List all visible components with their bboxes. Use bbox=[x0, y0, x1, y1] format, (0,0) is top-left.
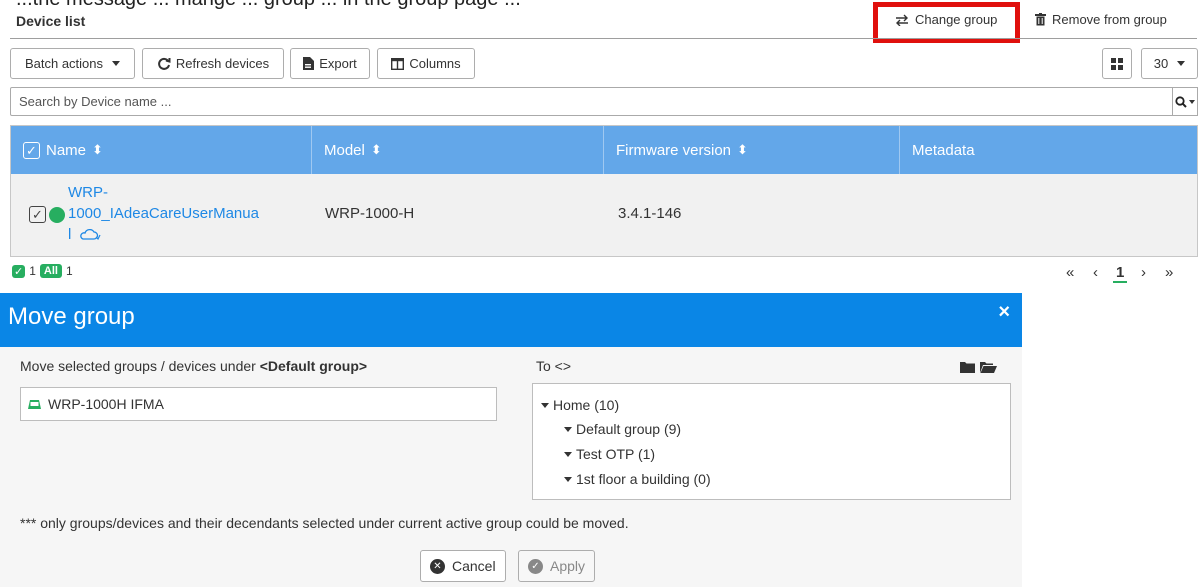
device-model: WRP-1000-H bbox=[325, 205, 415, 222]
dialog-title: Move group bbox=[8, 303, 135, 330]
tree-item-label: Home (10) bbox=[553, 397, 620, 413]
move-group-dialog-body: Move selected groups / devices under <De… bbox=[0, 347, 1022, 587]
selected-check-icon: ✓ bbox=[12, 264, 26, 278]
sort-icon: ⬍ bbox=[92, 142, 103, 157]
row-checkbox[interactable]: ✓ bbox=[29, 206, 46, 223]
refresh-devices-button[interactable]: Refresh devices bbox=[142, 48, 284, 79]
sort-icon: ⬍ bbox=[737, 142, 748, 157]
tree-item-label: 1st floor a building (0) bbox=[576, 471, 711, 487]
tree-item-label: Test OTP (1) bbox=[576, 446, 656, 462]
export-file-icon bbox=[303, 57, 315, 70]
folder-closed-icon bbox=[960, 362, 975, 373]
columns-button[interactable]: Columns bbox=[377, 48, 475, 79]
export-label: Export bbox=[319, 56, 357, 71]
title-divider bbox=[10, 38, 1197, 39]
cancel-circle-icon: ✕ bbox=[430, 558, 445, 574]
device-name-line: WRP- bbox=[68, 184, 108, 201]
tree-item-default-group[interactable]: Default group (9) bbox=[564, 421, 681, 437]
header-metadata: Metadata bbox=[900, 126, 1197, 174]
selected-device-name: WRP-1000H IFMA bbox=[48, 396, 164, 412]
tree-item-home[interactable]: Home (10) bbox=[541, 397, 619, 413]
caret-down-icon[interactable] bbox=[541, 403, 549, 408]
trash-icon bbox=[1035, 13, 1046, 26]
search-icon bbox=[1174, 95, 1187, 108]
cancel-button[interactable]: ✕ Cancel bbox=[420, 550, 506, 582]
selected-count: 1 bbox=[29, 264, 36, 278]
grid-view-button[interactable] bbox=[1102, 48, 1132, 79]
pager-last[interactable]: » bbox=[1165, 264, 1173, 281]
collapse-all-button[interactable] bbox=[960, 360, 975, 376]
remove-from-group-button[interactable]: Remove from group bbox=[1035, 12, 1167, 27]
refresh-icon bbox=[158, 57, 171, 70]
columns-icon bbox=[391, 57, 405, 70]
table-header: ✓ Name ⬍ Model ⬍ Firmware version ⬍ Meta… bbox=[11, 126, 1197, 174]
caret-down-icon bbox=[112, 61, 121, 66]
all-count: 1 bbox=[65, 264, 73, 278]
device-table: ✓ Name ⬍ Model ⬍ Firmware version ⬍ Meta… bbox=[10, 125, 1198, 257]
move-note: *** only groups/devices and their decend… bbox=[20, 515, 629, 531]
apply-button[interactable]: ✓ Apply bbox=[518, 550, 596, 582]
device-name-line: l bbox=[68, 226, 72, 243]
selected-item: WRP-1000H IFMA bbox=[27, 396, 164, 412]
device-list-title: Device list bbox=[16, 13, 86, 29]
move-under-label: Move selected groups / devices under <De… bbox=[20, 358, 367, 374]
caret-down-icon[interactable] bbox=[564, 427, 572, 432]
caret-down-icon bbox=[1177, 61, 1186, 66]
device-name-link[interactable]: WRP- 1000_IAdeaCareUserManua l bbox=[68, 182, 298, 245]
tree-item-1st-floor[interactable]: 1st floor a building (0) bbox=[564, 471, 711, 487]
header-firmware-label: Firmware version bbox=[616, 141, 732, 159]
remove-from-group-label: Remove from group bbox=[1052, 12, 1167, 27]
online-status-icon bbox=[49, 207, 65, 223]
batch-actions-label: Batch actions bbox=[24, 56, 104, 71]
device-name-line: 1000_IAdeaCareUserManua bbox=[68, 205, 259, 222]
tree-item-test-otp[interactable]: Test OTP (1) bbox=[564, 446, 655, 462]
selection-summary: ✓ 1 All 1 bbox=[12, 264, 73, 278]
pager-next[interactable]: › bbox=[1141, 264, 1146, 281]
cloud-connection-icon bbox=[80, 228, 101, 240]
refresh-devices-label: Refresh devices bbox=[175, 56, 270, 71]
search-input[interactable]: Search by Device name ... bbox=[10, 87, 1173, 116]
grid-view-icon bbox=[1111, 57, 1123, 70]
pager-prev[interactable]: ‹ bbox=[1093, 264, 1098, 281]
device-icon bbox=[28, 399, 41, 409]
move-group-dialog-header: Move group × bbox=[0, 293, 1022, 347]
caret-down-icon[interactable] bbox=[564, 452, 572, 457]
close-icon[interactable]: × bbox=[998, 301, 1010, 324]
columns-label: Columns bbox=[409, 56, 461, 71]
cutoff-caption: ...the message ... mange ... group ... i… bbox=[16, 0, 521, 11]
search-button[interactable] bbox=[1172, 87, 1198, 116]
all-badge[interactable]: All bbox=[39, 264, 62, 278]
table-row[interactable]: ✓ WRP- 1000_IAdeaCareUserManua l WRP-100… bbox=[11, 174, 1197, 256]
header-metadata-label: Metadata bbox=[912, 141, 975, 159]
group-tree: Home (10) Default group (9) Test OTP (1)… bbox=[532, 383, 1011, 500]
cancel-label: Cancel bbox=[452, 558, 496, 574]
page-size-select[interactable]: 30 bbox=[1141, 48, 1198, 79]
apply-label: Apply bbox=[550, 558, 586, 574]
pager-current[interactable]: 1 bbox=[1113, 264, 1128, 283]
apply-check-icon: ✓ bbox=[528, 558, 543, 574]
batch-actions-button[interactable]: Batch actions bbox=[10, 48, 135, 79]
device-name-tail: l bbox=[68, 224, 298, 245]
page-size-value: 30 bbox=[1153, 56, 1169, 71]
header-name[interactable]: ✓ Name ⬍ bbox=[11, 126, 312, 174]
folder-open-icon bbox=[980, 362, 997, 373]
device-firmware: 3.4.1-146 bbox=[618, 205, 682, 222]
current-group-name: <Default group> bbox=[259, 358, 368, 374]
pager-first[interactable]: « bbox=[1066, 264, 1074, 281]
selected-items-box: WRP-1000H IFMA bbox=[20, 387, 497, 421]
header-name-label: Name bbox=[46, 141, 87, 159]
caret-down-icon[interactable] bbox=[564, 477, 572, 482]
move-under-prefix: Move selected groups / devices under bbox=[20, 358, 260, 374]
tree-item-label: Default group (9) bbox=[576, 421, 682, 437]
change-group-highlight bbox=[873, 2, 1020, 43]
expand-all-button[interactable] bbox=[980, 360, 997, 376]
export-button[interactable]: Export bbox=[290, 48, 370, 79]
header-model[interactable]: Model ⬍ bbox=[312, 126, 604, 174]
header-model-label: Model bbox=[324, 141, 365, 159]
select-all-checkbox[interactable]: ✓ bbox=[23, 141, 40, 159]
caret-down-icon bbox=[1188, 99, 1195, 104]
header-firmware[interactable]: Firmware version ⬍ bbox=[604, 126, 900, 174]
sort-icon: ⬍ bbox=[370, 142, 382, 157]
to-label: To <> bbox=[536, 358, 572, 374]
